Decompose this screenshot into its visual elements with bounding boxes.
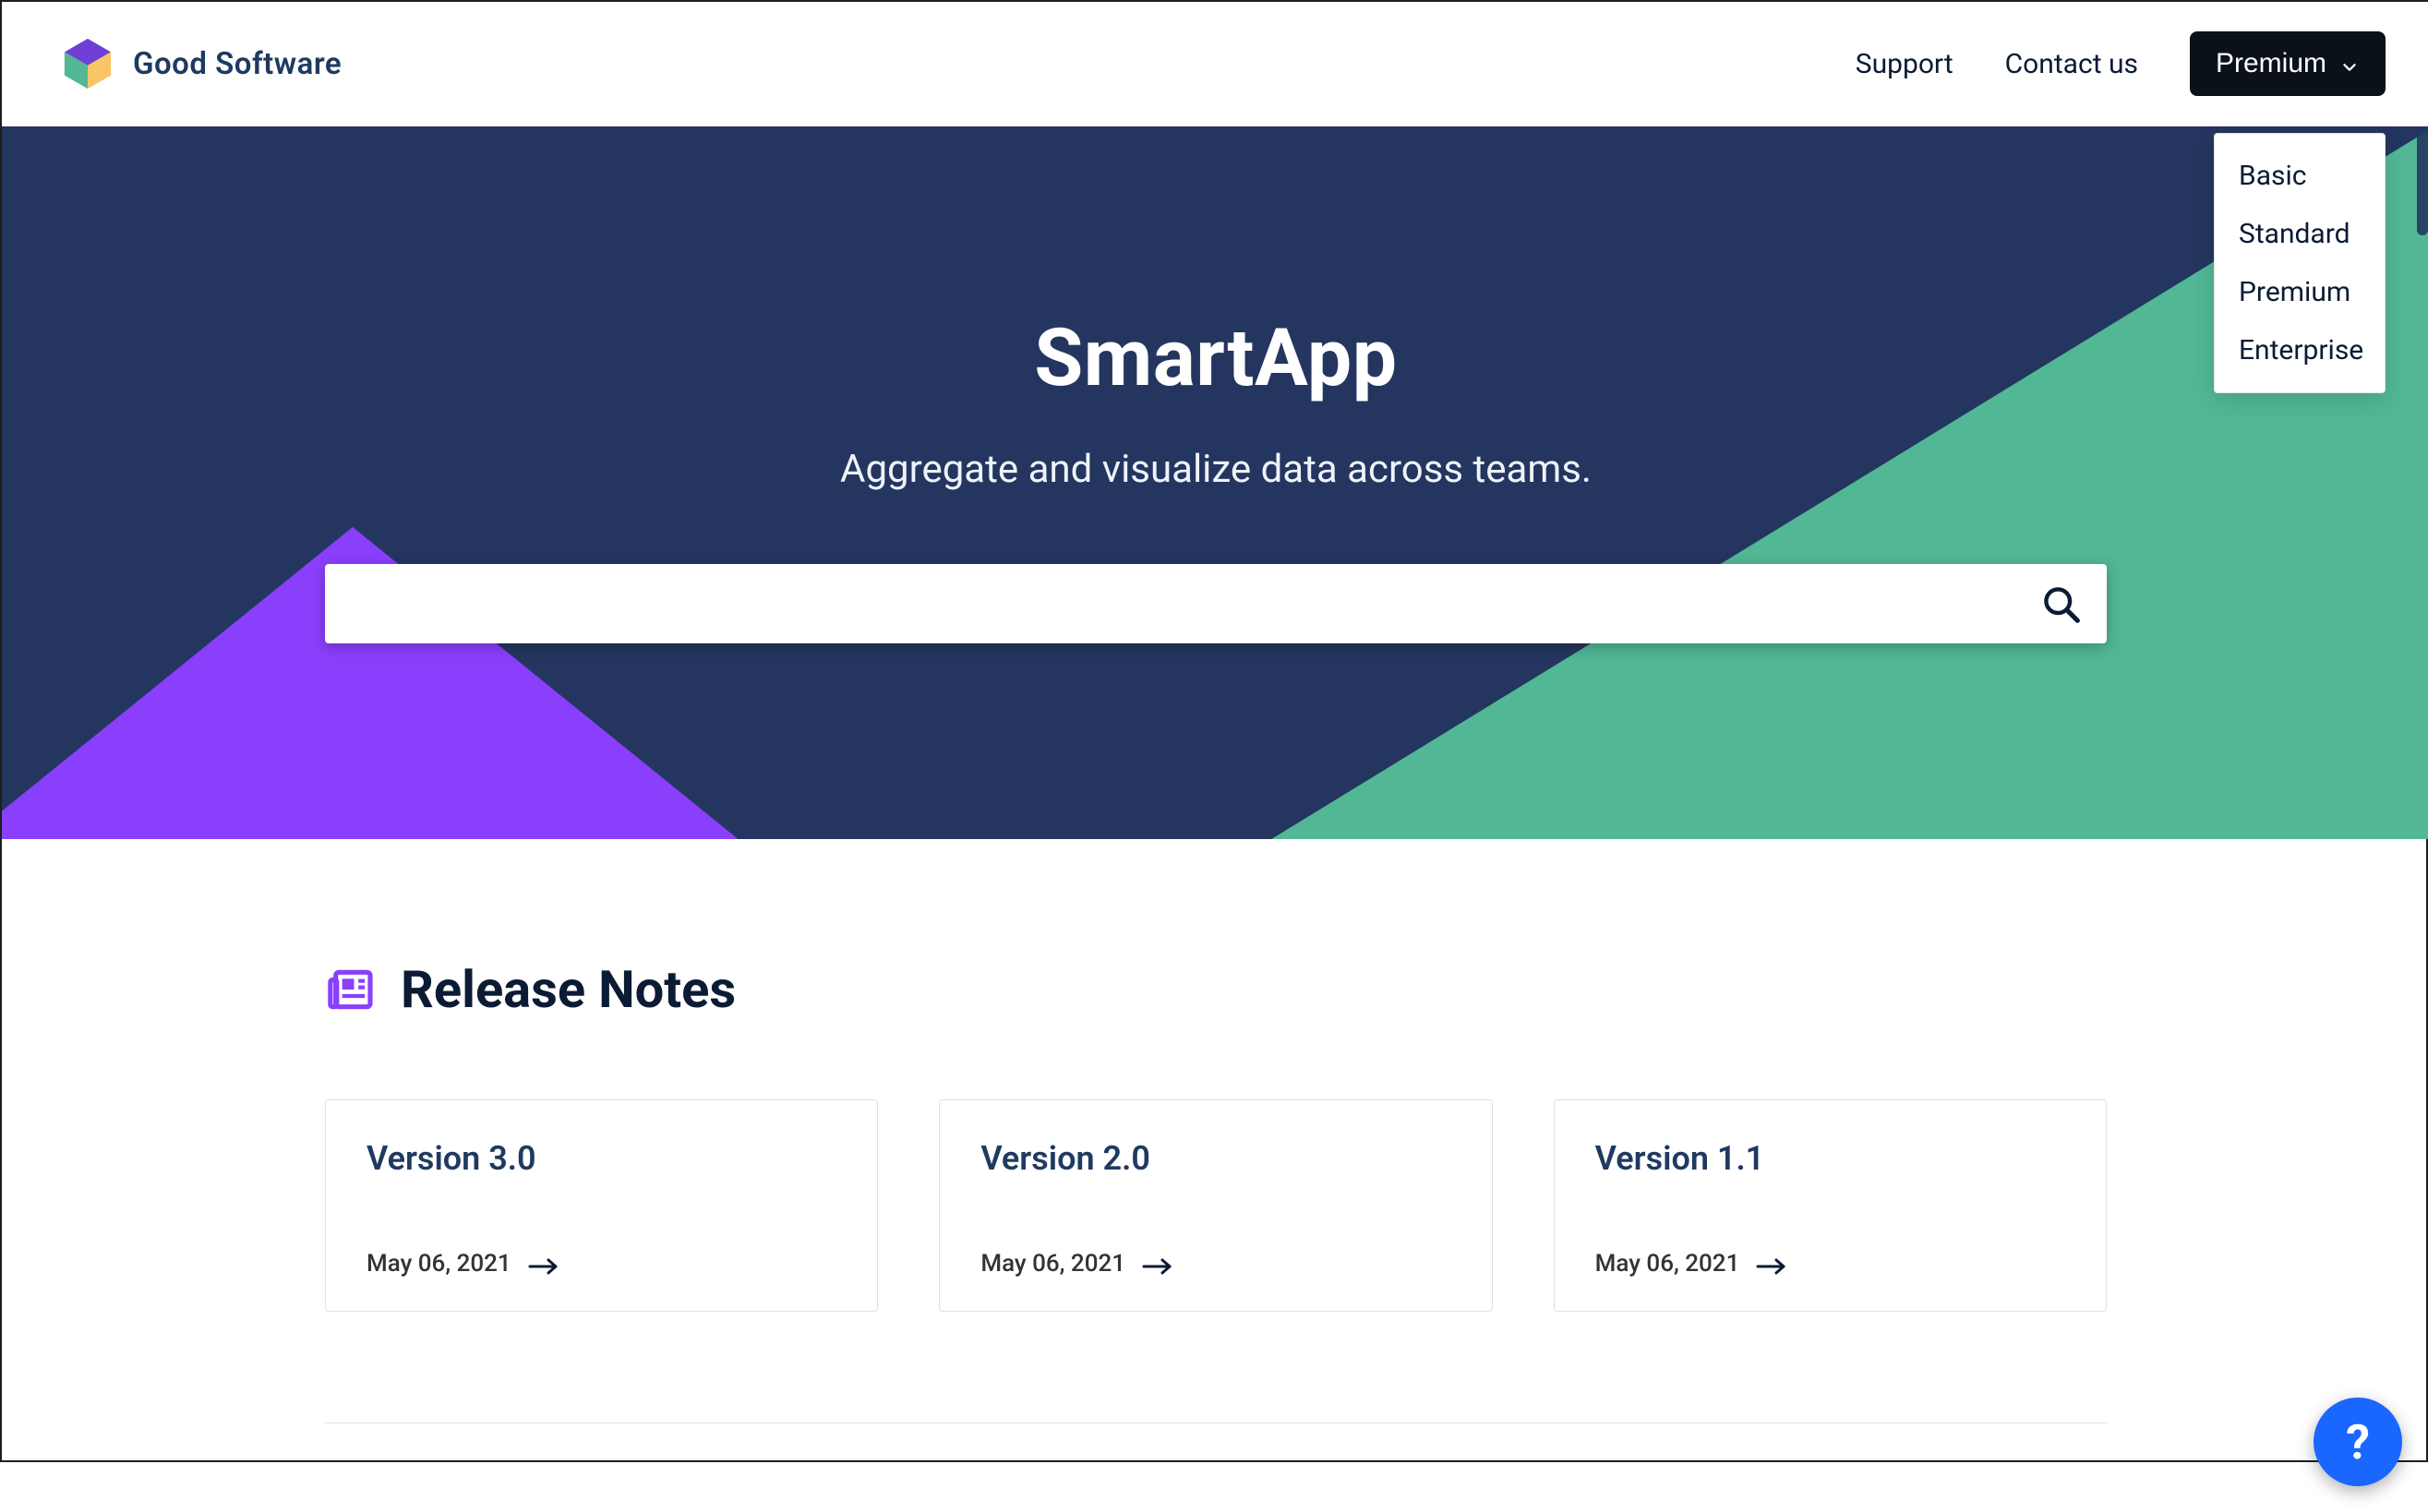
arrow-right-icon [1756,1254,1789,1273]
release-card[interactable]: Version 3.0 May 06, 2021 [325,1099,878,1312]
arrow-right-icon [528,1254,561,1273]
brand-name: Good Software [133,46,342,82]
hero-title: SmartApp [2,311,2428,404]
dropdown-item-basic[interactable]: Basic [2215,147,2385,205]
premium-button-label: Premium [2216,48,2326,79]
search-bar[interactable] [325,564,2107,643]
release-notes-header: Release Notes [325,959,2107,1020]
help-icon: ? [2346,1414,2370,1470]
release-notes-heading: Release Notes [401,959,736,1020]
brand-logo-icon [61,37,114,90]
release-card[interactable]: Version 2.0 May 06, 2021 [939,1099,1492,1312]
release-card-date: May 06, 2021 [1595,1250,1740,1278]
nav-support[interactable]: Support [1856,48,1953,80]
nav-right: Support Contact us Premium Basic Standar… [1856,31,2386,96]
release-cards: Version 3.0 May 06, 2021 Version 2.0 May… [325,1099,2107,1312]
release-card-title: Version 1.1 [1595,1139,2065,1178]
premium-button[interactable]: Premium [2190,31,2386,96]
release-card-title: Version 2.0 [980,1139,1450,1178]
release-card-title: Version 3.0 [367,1139,836,1178]
nav-contact[interactable]: Contact us [2005,48,2138,80]
dropdown-item-standard[interactable]: Standard [2215,205,2385,263]
dropdown-item-enterprise[interactable]: Enterprise [2215,321,2385,379]
search-input[interactable] [347,564,2040,643]
top-nav: Good Software Support Contact us Premium… [2,2,2428,126]
dropdown-item-premium[interactable]: Premium [2215,263,2385,321]
release-card-date: May 06, 2021 [980,1250,1125,1278]
release-card[interactable]: Version 1.1 May 06, 2021 [1554,1099,2107,1312]
help-fab[interactable]: ? [2314,1398,2402,1486]
release-card-date: May 06, 2021 [367,1250,511,1278]
chevron-down-icon [2339,54,2360,74]
hero: SmartApp Aggregate and visualize data ac… [2,126,2428,839]
search-icon[interactable] [2040,583,2081,624]
premium-dropdown: Basic Standard Premium Enterprise [2214,133,2386,393]
newspaper-icon [325,964,377,1015]
arrow-right-icon [1142,1254,1175,1273]
brand[interactable]: Good Software [61,37,342,90]
hero-tagline: Aggregate and visualize data across team… [2,447,2428,492]
release-notes-section: Release Notes Version 3.0 May 06, 2021 V… [325,959,2107,1312]
